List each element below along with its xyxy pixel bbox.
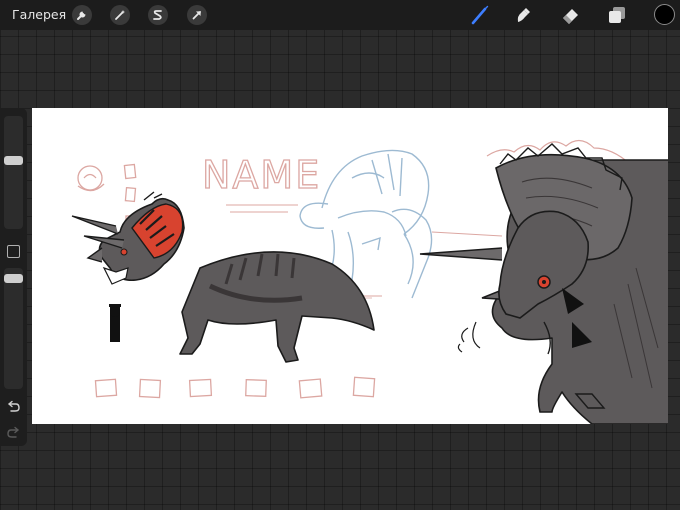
arrow-cursor-icon (192, 11, 201, 20)
selection-button[interactable] (148, 5, 168, 25)
brush-size-slider[interactable] (4, 116, 23, 229)
eraser-tool[interactable] (560, 4, 582, 26)
magic-wand-icon (115, 10, 125, 20)
brush-size-thumb[interactable] (4, 155, 23, 165)
canvas-artwork: NAME (71, 139, 668, 424)
redo-icon[interactable] (6, 426, 21, 440)
transform-button[interactable] (187, 5, 207, 25)
opacity-thumb[interactable] (4, 273, 23, 283)
drawing-canvas[interactable]: NAME (32, 108, 668, 424)
selection-s-icon (153, 10, 162, 20)
sketch-name-text: NAME (202, 153, 321, 197)
small-triceratops (71, 191, 375, 363)
brush-tool[interactable] (469, 4, 491, 26)
modify-button[interactable] (7, 245, 20, 258)
layers-button[interactable] (606, 4, 628, 26)
color-swatch[interactable] (654, 4, 675, 25)
left-sidebar (0, 108, 27, 446)
opacity-slider[interactable] (4, 268, 23, 389)
wrench-icon (77, 11, 86, 20)
actions-button[interactable] (72, 5, 92, 25)
undo-icon[interactable] (6, 400, 21, 414)
adjustments-button[interactable] (110, 5, 130, 25)
top-toolbar: Галерея (0, 0, 680, 30)
large-triceratops (419, 143, 668, 424)
smudge-tool[interactable] (512, 4, 534, 26)
gallery-button[interactable]: Галерея (12, 7, 66, 22)
